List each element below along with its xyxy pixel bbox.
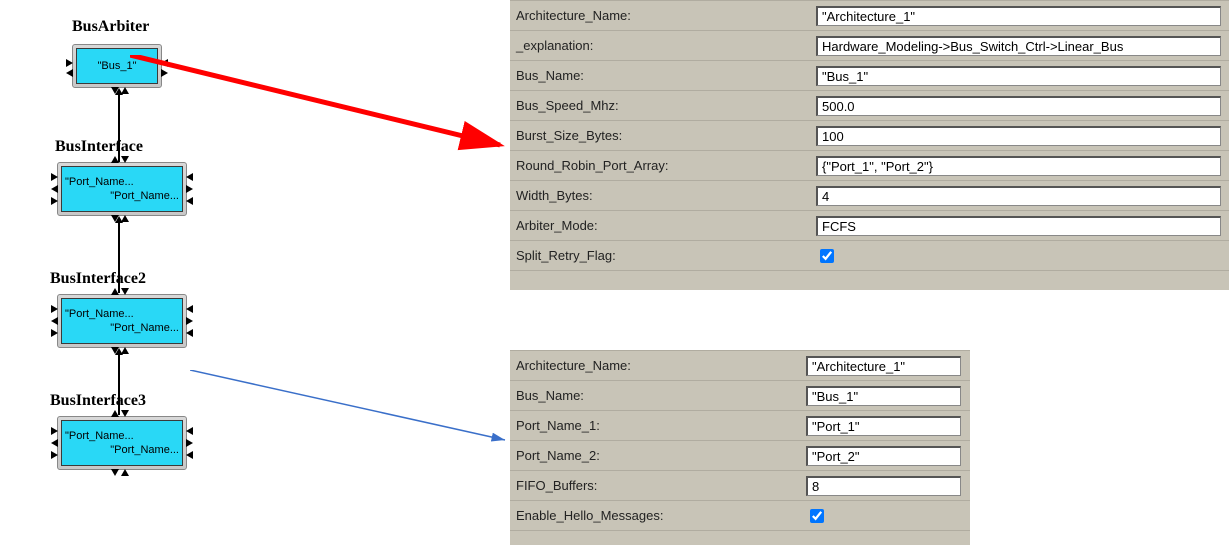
- p1-input[interactable]: [806, 416, 961, 436]
- arbiter-title: BusArbiter: [72, 18, 149, 36]
- arbiter-properties-panel: Architecture_Name: _explanation: Bus_Nam…: [510, 0, 1229, 290]
- iface1-title: BusInterface: [55, 138, 143, 156]
- port-tri-icon: [51, 173, 58, 181]
- port-tri-icon: [51, 451, 58, 459]
- port-tri-icon: [186, 197, 193, 205]
- port-tri-icon: [51, 317, 58, 325]
- iface1-node[interactable]: "Port_Name... "Port_Name...: [57, 162, 187, 216]
- port-tri-icon: [51, 197, 58, 205]
- rr-label: Round_Robin_Port_Array:: [510, 158, 668, 173]
- port-tri-icon: [121, 410, 129, 417]
- fifo-input[interactable]: [806, 476, 961, 496]
- port-tri-icon: [121, 156, 129, 163]
- arbiter-label: "Bus_1": [95, 59, 140, 73]
- bus-label: Bus_Name:: [510, 68, 584, 83]
- mode-input[interactable]: [816, 216, 1221, 236]
- bus-input[interactable]: [816, 66, 1221, 86]
- speed-label: Bus_Speed_Mhz:: [510, 98, 619, 113]
- burst-label: Burst_Size_Bytes:: [510, 128, 622, 143]
- split-label: Split_Retry_Flag:: [510, 248, 616, 263]
- port1-label: "Port_Name...: [62, 307, 182, 321]
- block-diagram: BusArbiter "Bus_1" BusInterface "Port_Na…: [0, 0, 220, 546]
- port-tri-icon: [51, 185, 58, 193]
- port-tri-icon: [121, 469, 129, 476]
- port2-label: "Port_Name...: [107, 189, 182, 203]
- expl-label: _explanation:: [510, 38, 593, 53]
- iface2-node[interactable]: "Port_Name... "Port_Name...: [57, 294, 187, 348]
- arch2-input[interactable]: [806, 356, 961, 376]
- width-input[interactable]: [816, 186, 1221, 206]
- port2-label: "Port_Name...: [107, 321, 182, 335]
- speed-input[interactable]: [816, 96, 1221, 116]
- port-tri-icon: [161, 69, 168, 77]
- callout-arrow-blue-icon: [190, 370, 510, 450]
- expl-input[interactable]: [816, 36, 1221, 56]
- port-tri-icon: [186, 439, 193, 447]
- port2-label: "Port_Name...: [107, 443, 182, 457]
- port-tri-icon: [111, 469, 119, 476]
- port-tri-icon: [121, 288, 129, 295]
- fifo-label: FIFO_Buffers:: [510, 478, 597, 493]
- port-tri-icon: [161, 59, 168, 67]
- port1-label: "Port_Name...: [62, 429, 182, 443]
- port-tri-icon: [186, 317, 193, 325]
- burst-input[interactable]: [816, 126, 1221, 146]
- port-tri-icon: [186, 173, 193, 181]
- port-tri-icon: [186, 329, 193, 337]
- iface3-node[interactable]: "Port_Name... "Port_Name...: [57, 416, 187, 470]
- p1-label: Port_Name_1:: [510, 418, 600, 433]
- port1-label: "Port_Name...: [62, 175, 182, 189]
- width-label: Width_Bytes:: [510, 188, 593, 203]
- hello-checkbox[interactable]: [810, 509, 824, 523]
- arbiter-node[interactable]: "Bus_1": [72, 44, 162, 88]
- iface2-title: BusInterface2: [50, 270, 146, 288]
- port-tri-icon: [111, 156, 119, 163]
- mode-label: Arbiter_Mode:: [510, 218, 598, 233]
- port-tri-icon: [66, 69, 73, 77]
- port-tri-icon: [111, 288, 119, 295]
- arch-input[interactable]: [816, 6, 1221, 26]
- port-tri-icon: [111, 410, 119, 417]
- port-tri-icon: [51, 305, 58, 313]
- port-tri-icon: [186, 451, 193, 459]
- port-tri-icon: [66, 59, 73, 67]
- port-tri-icon: [186, 305, 193, 313]
- port-tri-icon: [51, 329, 58, 337]
- bus2-label: Bus_Name:: [510, 388, 584, 403]
- iface3-title: BusInterface3: [50, 392, 146, 410]
- port-tri-icon: [186, 427, 193, 435]
- port-tri-icon: [51, 427, 58, 435]
- port-tri-icon: [51, 439, 58, 447]
- port-tri-icon: [186, 185, 193, 193]
- hello-label: Enable_Hello_Messages:: [510, 508, 663, 523]
- p2-label: Port_Name_2:: [510, 448, 600, 463]
- arch2-label: Architecture_Name:: [510, 358, 631, 373]
- arch-label: Architecture_Name:: [510, 8, 631, 23]
- rr-input[interactable]: [816, 156, 1221, 176]
- p2-input[interactable]: [806, 446, 961, 466]
- split-checkbox[interactable]: [820, 249, 834, 263]
- bus2-input[interactable]: [806, 386, 961, 406]
- interface-properties-panel: Architecture_Name: Bus_Name: Port_Name_1…: [510, 350, 970, 545]
